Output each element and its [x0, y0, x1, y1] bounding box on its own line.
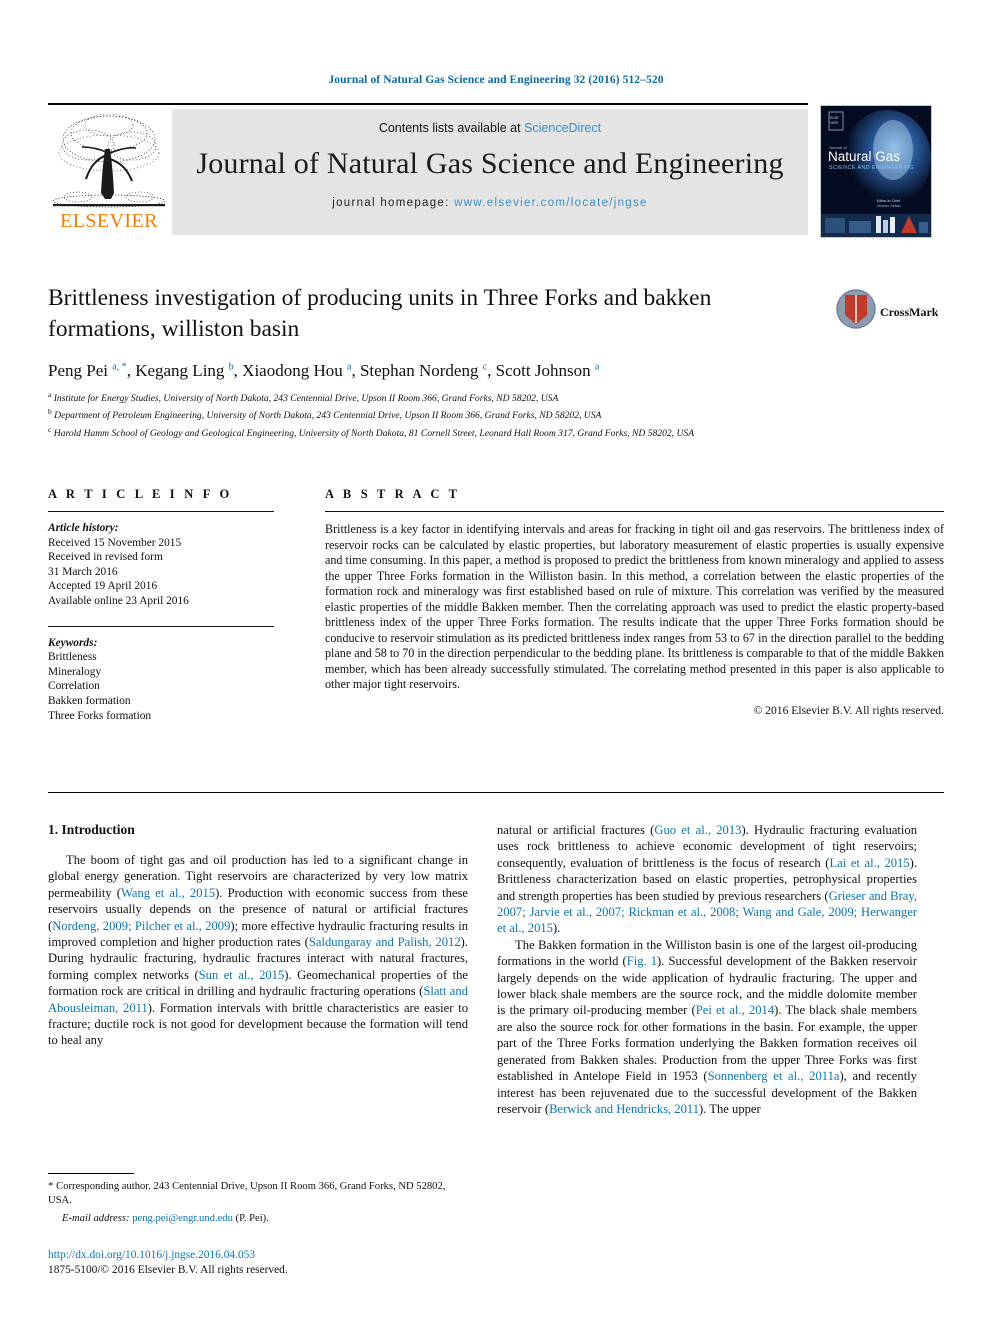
article-history: Article history: Received 15 November 20… — [48, 521, 274, 609]
email-link[interactable]: peng.pei@engr.und.edu — [132, 1213, 233, 1224]
abstract-section: A B S T R A C T Brittleness is a key fac… — [325, 487, 944, 717]
crossmark-label: CrossMark — [880, 305, 939, 319]
email-label: E-mail address: — [62, 1213, 133, 1225]
email-suffix: (P. Pei). — [232, 1213, 269, 1225]
article-history-items: Received 15 November 2015 Received in rev… — [48, 536, 274, 609]
article-history-item: Accepted 19 April 2016 — [48, 580, 158, 593]
paper-page: Journal of Natural Gas Science and Engin… — [0, 0, 992, 1323]
abstract-copyright: © 2016 Elsevier B.V. All rights reserved… — [753, 703, 944, 717]
article-info-rule — [48, 511, 274, 512]
article-history-item: Available online 23 April 2016 — [48, 594, 189, 607]
keyword-item: Brittleness — [48, 651, 97, 664]
body-column-left: 1. Introduction The boom of tight gas an… — [48, 822, 468, 1049]
journal-masthead: ELSEVIER Contents lists available at Sci… — [48, 103, 944, 238]
body-text: ). The upper — [699, 1101, 761, 1116]
page-title: Brittleness investigation of producing u… — [48, 285, 712, 342]
journal-cover-art: ELSE VIER Journal of Natural Gas SCIENCE… — [821, 106, 931, 237]
keyword-items: Brittleness Mineralogy Correlation Bakken f… — [48, 650, 274, 723]
elsevier-tree-icon — [52, 113, 166, 208]
email-line: E-mail address: peng.pei@engr.und.edu (P… — [48, 1213, 468, 1224]
keyword-item: Bakken formation — [48, 694, 131, 707]
corresponding-author-footnote: * Corresponding author. 243 Centennial D… — [48, 1173, 468, 1224]
abstract-heading: A B S T R A C T — [325, 487, 461, 501]
journal-banner: Contents lists available at ScienceDirec… — [172, 109, 808, 235]
body-text: ). — [552, 921, 561, 936]
affiliation-marker: c — [48, 424, 52, 434]
journal-homepage-line: journal homepage: www.elsevier.com/locat… — [172, 197, 808, 209]
keywords-rule — [48, 625, 274, 627]
article-info-heading: A R T I C L E I N F O — [48, 487, 233, 501]
svg-text:ELSE: ELSE — [830, 116, 839, 120]
intro-paragraph-right-2: The Bakken formation in the Williston ba… — [497, 937, 917, 1117]
journal-cover-thumbnail: ELSE VIER Journal of Natural Gas SCIENCE… — [820, 105, 932, 238]
article-history-item: Received in revised form — [48, 551, 163, 564]
running-head: Journal of Natural Gas Science and Engin… — [328, 74, 664, 86]
svg-text:Editor-in-Chief: Editor-in-Chief — [877, 199, 900, 203]
citation-link[interactable]: Saldungaray and Palish, 2012 — [309, 935, 461, 949]
doi-link[interactable]: http://dx.doi.org/10.1016/j.jngse.2016.0… — [48, 1248, 478, 1263]
keyword-item: Correlation — [48, 680, 100, 693]
doi-block: http://dx.doi.org/10.1016/j.jngse.2016.0… — [48, 1248, 478, 1278]
body-text: natural or artificial fractures ( — [497, 823, 655, 837]
citation-link[interactable]: Fig. 1 — [627, 954, 657, 968]
article-history-label: Article history: — [48, 522, 119, 534]
citation-link[interactable]: Sun et al., 2015 — [199, 968, 285, 982]
elsevier-wordmark: ELSEVIER — [60, 210, 158, 232]
issn-copyright-line: 1875-5100/© 2016 Elsevier B.V. All right… — [48, 1264, 288, 1276]
affiliation-item: c Harold Hamm School of Geology and Geol… — [48, 424, 695, 439]
contents-prefix: Contents lists available at — [378, 121, 525, 135]
journal-title: Journal of Natural Gas Science and Engin… — [196, 147, 784, 180]
keywords-label: Keywords: — [48, 636, 98, 649]
keywords-block: Keywords: Brittleness Mineralogy Correlati… — [48, 636, 274, 724]
affiliation-marker: a — [48, 390, 52, 399]
citation-link[interactable]: Guo et al., 2013 — [654, 823, 741, 837]
intro-paragraph-right-1: natural or artificial fractures (Guo et … — [497, 822, 917, 937]
affiliation-item: b Department of Petroleum Engineering, U… — [48, 407, 602, 422]
contents-available-line: Contents lists available at ScienceDirec… — [172, 121, 808, 135]
svg-text:Antonin Settari: Antonin Settari — [877, 204, 901, 208]
homepage-prefix: journal homepage: — [332, 197, 455, 209]
abstract-rule — [325, 511, 944, 512]
affiliation-item: a Institute for Energy Studies, Universi… — [48, 390, 559, 405]
svg-text:Natural Gas: Natural Gas — [828, 149, 900, 164]
citation-link[interactable]: Wang et al., 2015 — [121, 886, 215, 900]
citation-link[interactable]: Nordeng, 2009; Pilcher et al., 2009 — [52, 919, 230, 933]
abstract-text: Brittleness is a key factor in identifyi… — [325, 522, 944, 691]
affiliation-marker: b — [48, 407, 52, 417]
citation-link[interactable]: Sonnenberg et al., 2011a — [708, 1069, 840, 1083]
intro-paragraph-left: The boom of tight gas and oil production… — [48, 852, 468, 1049]
corresponding-author-text: * Corresponding author. 243 Centennial D… — [48, 1180, 468, 1207]
article-history-item: Received 15 November 2015 — [48, 536, 182, 549]
body-column-right: natural or artificial fractures (Guo et … — [497, 822, 917, 1117]
homepage-url-link[interactable]: www.elsevier.com/locate/jngse — [454, 197, 648, 209]
citation-link[interactable]: Lai et al., 2015 — [829, 856, 909, 870]
crossmark-icon — [836, 289, 876, 329]
section-heading-introduction: 1. Introduction — [48, 822, 135, 837]
article-info-section: A R T I C L E I N F O Article history: R… — [48, 487, 274, 723]
corresponding-author-address: Corresponding author. 243 Centennial Dri… — [48, 1181, 446, 1206]
elsevier-logo: ELSEVIER — [48, 109, 170, 235]
author-list: Peng Pei a, *, Kegang Ling b, Xiaodong H… — [48, 361, 600, 380]
body-separator-rule — [48, 792, 944, 793]
footnote-rule — [48, 1173, 134, 1174]
svg-text:VIER: VIER — [830, 121, 838, 125]
crossmark-badge[interactable]: CrossMark — [836, 289, 944, 339]
keyword-item: Mineralogy — [48, 665, 102, 678]
sciencedirect-link[interactable]: ScienceDirect — [524, 121, 601, 135]
citation-link[interactable]: Berwick and Hendricks, 2011 — [549, 1102, 699, 1116]
svg-text:SCIENCE AND ENGINEERING: SCIENCE AND ENGINEERING — [829, 165, 914, 171]
affiliation-list: a Institute for Energy Studies, Universi… — [48, 388, 878, 440]
title-block: Brittleness investigation of producing u… — [48, 283, 848, 381]
article-history-item: 31 March 2016 — [48, 565, 118, 578]
keyword-item: Three Forks formation — [48, 709, 152, 722]
citation-link[interactable]: Pei et al., 2014 — [696, 1003, 774, 1017]
masthead-top-rule — [48, 103, 808, 105]
